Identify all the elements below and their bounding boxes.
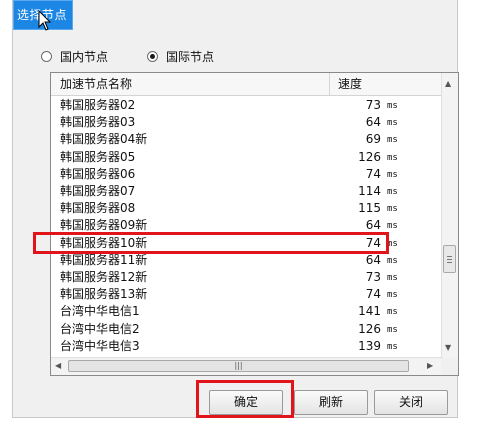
list-item[interactable]: 韩国服务器05 126 ms: [51, 149, 443, 166]
grip-line: [447, 262, 452, 263]
scroll-down-arrow-icon[interactable]: ▼: [445, 343, 451, 352]
ok-button[interactable]: 确定: [209, 390, 283, 415]
scroll-right-arrow-icon[interactable]: ▶: [427, 361, 433, 370]
server-name: 韩国服务器07: [60, 184, 136, 198]
list-item[interactable]: 韩国服务器03 64 ms: [51, 114, 443, 131]
server-speed: 74: [365, 166, 381, 181]
server-speed: 141: [358, 304, 381, 319]
speed-unit: ms: [387, 187, 398, 197]
horizontal-scroll-thumb[interactable]: |||: [68, 360, 409, 372]
server-name: 韩国服务器13新: [60, 287, 148, 302]
list-item[interactable]: 韩国服务器12新 73 ms: [51, 269, 443, 286]
list-item[interactable]: 韩国服务器08 115 ms: [51, 200, 443, 217]
radio-international-label: 国际节点: [166, 50, 215, 64]
server-name: 韩国服务器09新: [60, 218, 148, 233]
list-item[interactable]: 韩国服务器11新 64 ms: [51, 252, 443, 269]
scroll-left-arrow-icon[interactable]: ◀: [55, 361, 61, 370]
server-name: 韩国服务器06: [60, 166, 136, 181]
radio-international-nodes[interactable]: 国际节点: [147, 48, 214, 65]
server-speed: 126: [358, 321, 381, 336]
list-item[interactable]: 台湾中华电信1 141 ms: [51, 303, 443, 320]
server-speed: 139: [358, 338, 381, 353]
server-speed: 73: [365, 270, 381, 284]
server-speed: 74: [365, 287, 381, 302]
server-name: 韩国服务器11新: [60, 252, 148, 267]
speed-unit: ms: [387, 290, 398, 301]
server-speed: 73: [365, 98, 381, 112]
server-speed: 114: [358, 184, 381, 198]
server-speed: 126: [358, 149, 381, 164]
server-speed: 64: [365, 115, 381, 130]
select-node-dialog: 选择节点 国内节点 国际节点 加速节点名称 速度 韩国服务器0273ms韩国服务…: [12, 0, 459, 418]
speed-unit: ms: [387, 221, 398, 232]
scroll-up-arrow-icon[interactable]: ▲: [445, 79, 451, 88]
grip-line: [447, 256, 452, 257]
radio-domestic-nodes[interactable]: 国内节点: [41, 48, 108, 65]
column-header-speed[interactable]: 速度: [329, 73, 443, 95]
server-name: 韩国服务器05: [60, 149, 136, 164]
list-item[interactable]: 韩国服务器13新 74 ms: [51, 286, 443, 303]
list-item[interactable]: 韩国服务器06 74 ms: [51, 166, 443, 183]
server-speed: 69: [365, 132, 381, 147]
list-header: 加速节点名称 速度: [51, 73, 443, 96]
speed-unit: ms: [387, 341, 398, 352]
speed-unit: ms: [387, 324, 398, 335]
speed-unit: ms: [387, 273, 398, 283]
speed-unit: ms: [387, 135, 398, 146]
server-speed: 64: [365, 252, 381, 267]
radio-unchecked-icon: [41, 51, 52, 62]
radio-domestic-label: 国内节点: [60, 50, 109, 64]
server-name: 韩国服务器12新: [60, 270, 148, 284]
speed-unit: ms: [387, 238, 398, 249]
speed-unit: ms: [387, 169, 398, 180]
speed-unit: ms: [387, 118, 398, 129]
horizontal-scrollbar[interactable]: ◀ ||| ▶: [51, 357, 443, 375]
server-name: 韩国服务器02: [60, 98, 136, 112]
server-name: 韩国服务器04新: [60, 132, 148, 147]
vertical-scrollbar[interactable]: ▲ ▼: [441, 73, 458, 359]
list-item[interactable]: 韩国服务器02 73 ms: [51, 97, 443, 114]
server-listview[interactable]: 加速节点名称 速度 韩国服务器02 73 ms 韩国服务器03 64 ms 韩国服务器04新…: [50, 72, 459, 376]
server-name: 台湾中华电信1: [60, 304, 140, 319]
speed-unit: ms: [387, 101, 398, 111]
server-name: 台湾中华电信2: [60, 321, 140, 336]
list-item[interactable]: 韩国服务器09新 64 ms: [51, 217, 443, 234]
column-header-name[interactable]: 加速节点名称: [60, 73, 330, 95]
list-item[interactable]: 韩国服务器07 114 ms: [51, 183, 443, 200]
list-item[interactable]: 韩国服务器10新 74 ms: [51, 235, 443, 252]
server-name: 韩国服务器10新: [60, 235, 148, 250]
refresh-button[interactable]: 刷新: [294, 390, 368, 415]
speed-unit: ms: [387, 204, 398, 215]
list-item[interactable]: 台湾中华电信2 126 ms: [51, 321, 443, 338]
speed-unit: ms: [387, 152, 398, 163]
server-speed: 64: [365, 218, 381, 233]
list-item[interactable]: 台湾中华电信3 139 ms: [51, 338, 443, 355]
vertical-scroll-thumb[interactable]: [443, 245, 456, 273]
server-speed: 115: [358, 201, 381, 216]
mouse-cursor-icon: [38, 10, 52, 31]
server-name: 韩国服务器03: [60, 115, 136, 130]
server-name: 台湾中华电信3: [60, 338, 140, 353]
speed-unit: ms: [387, 255, 398, 266]
server-name: 韩国服务器08: [60, 201, 136, 216]
list-item[interactable]: 韩国服务器04新 69 ms: [51, 131, 443, 148]
grip-line: [447, 259, 452, 260]
scrollbar-corner: [441, 358, 458, 375]
close-button[interactable]: 关闭: [374, 390, 448, 415]
speed-unit: ms: [387, 307, 398, 318]
radio-checked-icon: [147, 51, 158, 62]
server-speed: 74: [365, 235, 381, 250]
